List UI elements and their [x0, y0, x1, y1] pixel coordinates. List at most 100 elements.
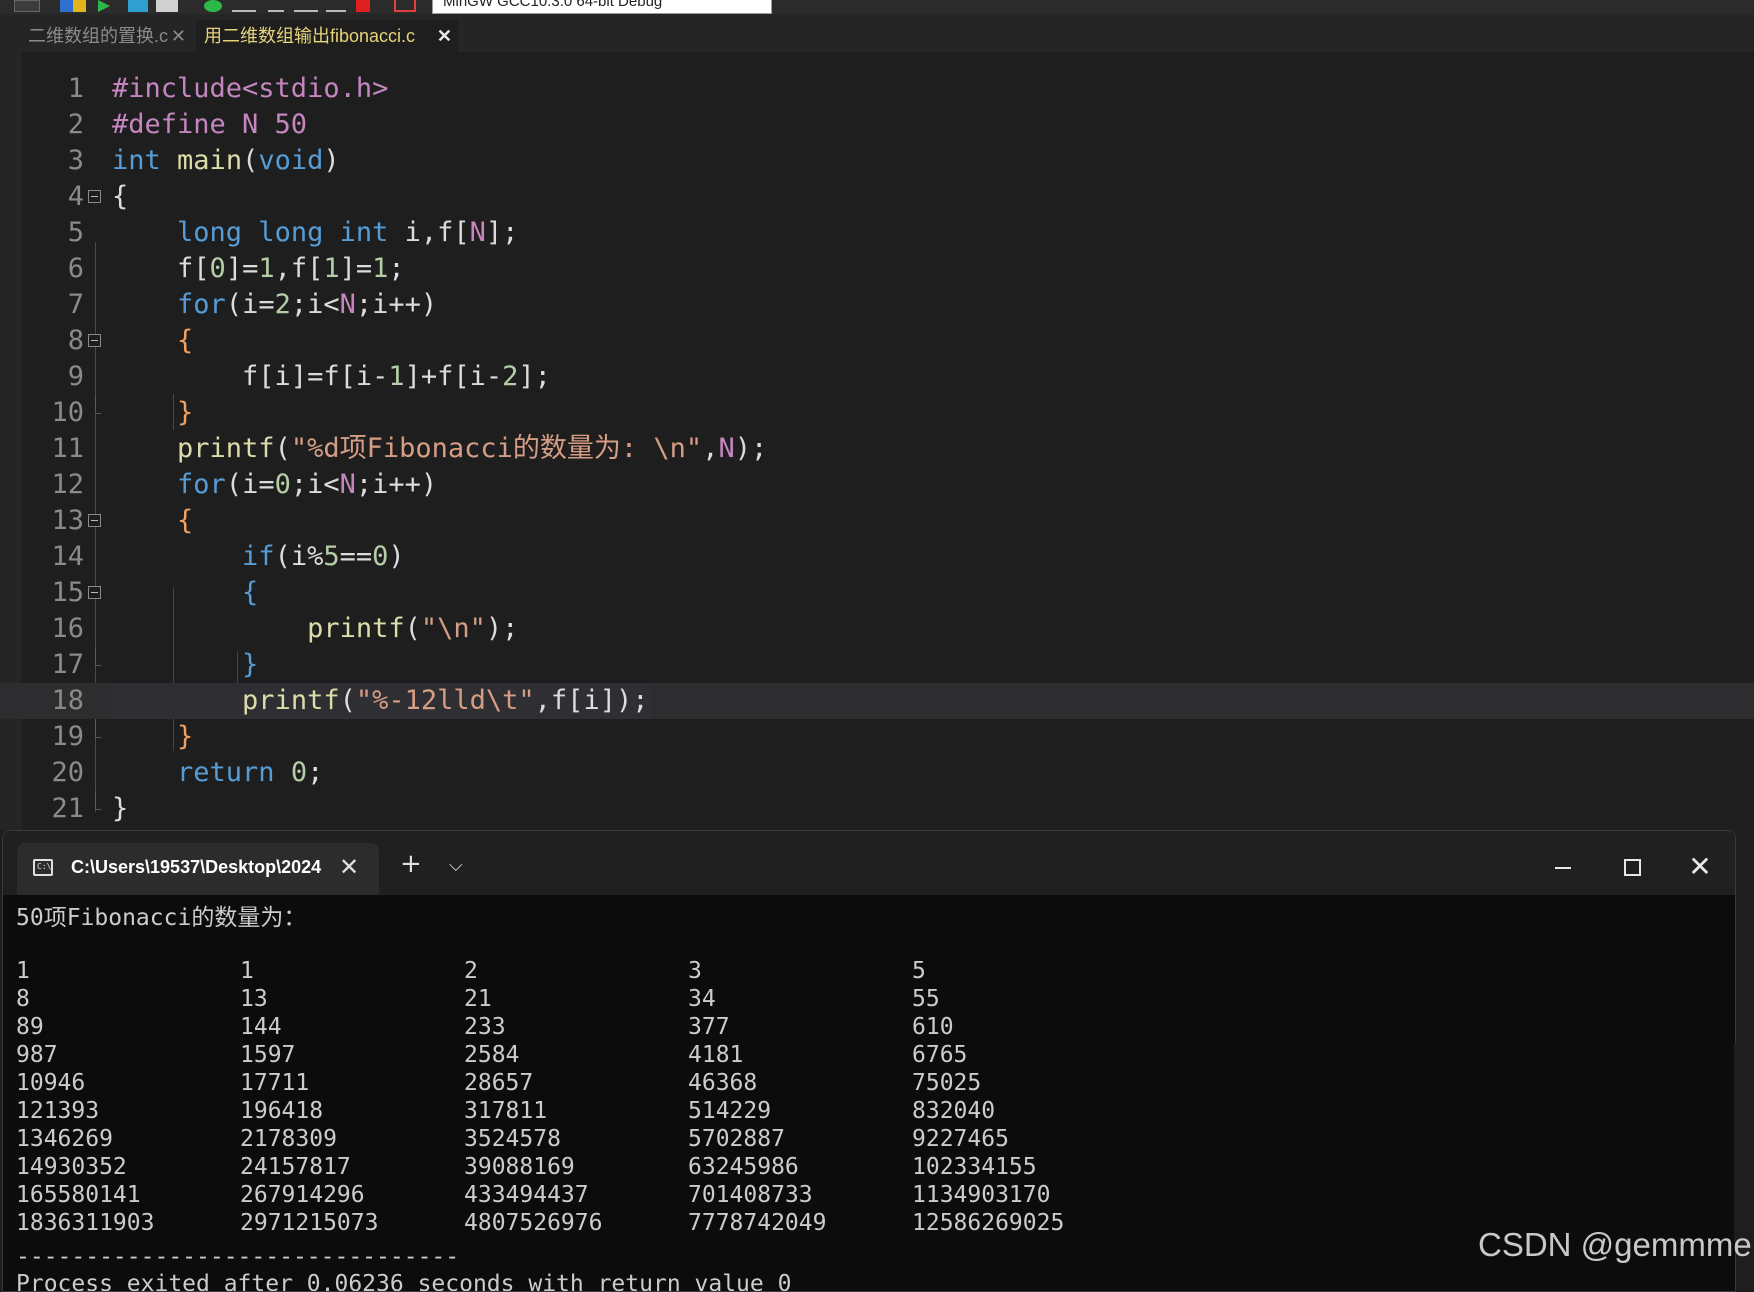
code-text: long long int i,f[N]; [177, 217, 519, 248]
terminal-icon: C:\ [33, 859, 53, 876]
table-cell: 317811 [464, 1098, 548, 1124]
fold-toggle[interactable] [88, 514, 101, 527]
line-number: 8 [67, 325, 84, 356]
fold-toggle[interactable] [88, 586, 101, 599]
toolbar-step-icon[interactable] [294, 0, 318, 12]
table-row: 1836311903 2971215073 4807526976 7778742049… [16, 1209, 1216, 1237]
watermark: CSDN @gemmme [1478, 1226, 1752, 1263]
toolbar-run-icon[interactable] [98, 0, 112, 12]
console-output[interactable]: 50项Fibonacci的数量为： 1 1 2 3 5 8 13 21 34 55 89 144 233… [16, 903, 1716, 1291]
fold-toggle[interactable] [88, 334, 101, 347]
code-line[interactable]: 2 #define N 50 [0, 107, 1754, 143]
code-line[interactable]: 15 { [0, 575, 1754, 611]
code-line[interactable]: 16 printf("\n"); [0, 611, 1754, 647]
code-text: if(i%5==0) [242, 541, 405, 572]
fold-end-marker [95, 647, 101, 666]
toolbar-debug-icon[interactable] [204, 0, 222, 12]
code-line[interactable]: 9 f[i]=f[i-1]+f[i-2]; [0, 359, 1754, 395]
code-text: for(i=0;i<N;i++) [177, 469, 438, 500]
toolbar-run-grid-icon[interactable] [60, 0, 86, 12]
table-cell: 5702887 [688, 1126, 785, 1152]
line-number: 12 [51, 469, 84, 500]
output-header: 50项Fibonacci的数量为： [16, 905, 307, 931]
table-row: 10946 17711 28657 46368 75025 [16, 1069, 1216, 1097]
fold-end-marker [95, 395, 101, 414]
code-text: f[0]=1,f[1]=1; [112, 253, 405, 284]
console-window: C:\ C:\Users\19537\Desktop\2024 ✕ + ⌵ ✕ … [2, 830, 1736, 1292]
close-icon[interactable]: ✕ [339, 853, 359, 881]
table-cell: 34 [688, 986, 716, 1012]
line-number: 10 [51, 397, 84, 428]
table-cell: 433494437 [464, 1182, 589, 1208]
line-number: 9 [67, 361, 84, 392]
code-line[interactable]: 12 for(i=0;i<N;i++) [0, 467, 1754, 503]
code-line[interactable]: 14 if(i%5==0) [0, 539, 1754, 575]
code-line[interactable]: 13 { [0, 503, 1754, 539]
compiler-config-select[interactable]: MinGW GCC10.3.0 64-bit Debug ▾ [432, 0, 772, 14]
table-row: 165580141 267914296 433494437 701408733 1134… [16, 1181, 1216, 1209]
table-cell: 1 [240, 958, 254, 984]
fold-end-marker [95, 791, 101, 810]
code-line[interactable]: 11 printf("%d项Fibonacci的数量为: \n",N); [0, 431, 1754, 467]
table-cell: 89 [16, 1014, 44, 1040]
code-line[interactable]: 21 } [0, 791, 1754, 827]
code-text: { [177, 505, 194, 536]
code-line[interactable]: 3 int main(void) [0, 143, 1754, 179]
editor-tab-matrix-transpose[interactable]: 二维数组的置换.c ✕ [20, 20, 192, 52]
toolbar-unindent-icon[interactable] [268, 0, 284, 12]
editor-tab-fibonacci[interactable]: 用二维数组输出fibonacci.c ✕ [196, 20, 458, 52]
toolbar-forward-icon[interactable] [326, 0, 346, 12]
code-line[interactable]: 17 } [0, 647, 1754, 683]
editor-tab-bar: 二维数组的置换.c ✕ 用二维数组输出fibonacci.c ✕ [0, 14, 1754, 52]
table-cell: 514229 [688, 1098, 772, 1124]
close-icon[interactable]: ✕ [1680, 847, 1720, 887]
chevron-down-icon[interactable]: ⌵ [449, 855, 463, 876]
code-text: } [112, 793, 129, 824]
toolbar-compile-run-icon[interactable] [128, 0, 148, 12]
code-line[interactable]: 7 for(i=2;i<N;i++) [0, 287, 1754, 323]
toolbar-indent-icon[interactable] [232, 0, 256, 12]
code-line-current[interactable]: 18 printf("%-12lld\t",f[i]); [0, 683, 1754, 719]
code-line[interactable]: 20 return 0; [0, 755, 1754, 791]
console-tab[interactable]: C:\ C:\Users\19537\Desktop\2024 ✕ [17, 843, 379, 895]
table-cell: 2971215073 [240, 1210, 379, 1236]
table-cell: 4807526976 [464, 1210, 603, 1236]
table-cell: 144 [240, 1014, 282, 1040]
line-number: 6 [67, 253, 84, 284]
table-cell: 24157817 [240, 1154, 351, 1180]
code-line[interactable]: 4 { [0, 179, 1754, 215]
line-number: 21 [51, 793, 84, 824]
code-line[interactable]: 19 } [0, 719, 1754, 755]
code-line[interactable]: 6 f[0]=1,f[1]=1; [0, 251, 1754, 287]
line-number: 13 [51, 505, 84, 536]
close-icon[interactable]: ✕ [171, 20, 186, 52]
table-row: 14930352 24157817 39088169 63245986 10233415… [16, 1153, 1216, 1181]
close-icon[interactable]: ✕ [437, 20, 452, 52]
table-cell: 63245986 [688, 1154, 799, 1180]
table-cell: 102334155 [912, 1154, 1037, 1180]
console-titlebar[interactable]: C:\ C:\Users\19537\Desktop\2024 ✕ + ⌵ ✕ [3, 831, 1735, 895]
code-line[interactable]: 8 { [0, 323, 1754, 359]
maximize-icon[interactable] [1611, 847, 1651, 887]
code-text: { [242, 577, 259, 608]
toolbar-profile-icon[interactable] [394, 0, 416, 12]
table-cell: 2178309 [240, 1126, 337, 1152]
toolbar-stop-icon[interactable] [356, 0, 370, 12]
table-cell: 10946 [16, 1070, 86, 1096]
table-cell: 9227465 [912, 1126, 1009, 1152]
toolbar-rebuild-icon[interactable] [156, 0, 178, 12]
code-line[interactable]: 5 long long int i,f[N]; [0, 215, 1754, 251]
toolbar-compile-icon[interactable] [14, 0, 40, 12]
table-cell: 4181 [688, 1042, 744, 1068]
code-text: printf("%d项Fibonacci的数量为: \n",N); [177, 433, 768, 464]
fold-toggle[interactable] [88, 190, 101, 203]
code-editor[interactable]: 1 #include<stdio.h> 2 #define N 50 3 int… [0, 52, 1754, 830]
minimize-icon[interactable] [1543, 847, 1583, 887]
scrollbar[interactable] [1734, 1042, 1754, 1242]
new-tab-icon[interactable]: + [400, 851, 422, 877]
table-cell: 21 [464, 986, 492, 1012]
code-line[interactable]: 10 } [0, 395, 1754, 431]
code-line[interactable]: 1 #include<stdio.h> [0, 71, 1754, 107]
table-cell: 1597 [240, 1042, 296, 1068]
table-cell: 7778742049 [688, 1210, 827, 1236]
